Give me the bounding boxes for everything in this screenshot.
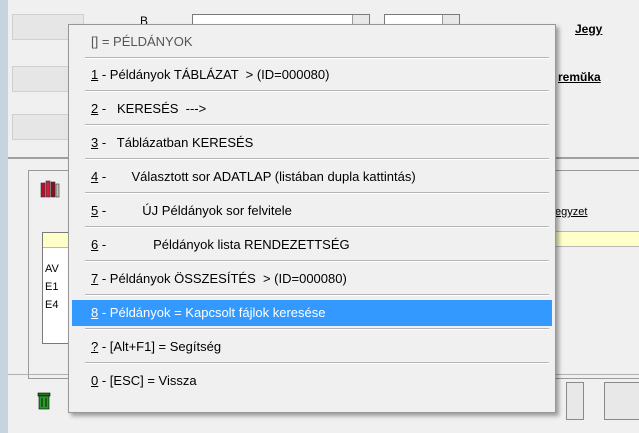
bg-link-jegy[interactable]: Jegy [575,22,602,36]
menu-separator [85,192,549,194]
menu-separator [85,124,549,126]
menu-item-vissza[interactable]: 0 - [ESC] = Vissza [72,368,552,394]
menu-item-label: - Példányok lista RENDEZETTSÉG [98,237,350,252]
menu-item-osszesites[interactable]: 7 - Példányok ÖSSZESÍTÉS > (ID=000080) [72,266,552,292]
list-item[interactable]: AV [45,263,59,275]
menu-separator [85,90,549,92]
menu-separator [85,260,549,262]
bg-bottom-button-2[interactable] [604,382,639,420]
menu-item-label: - Táblázatban KERESÉS [98,135,254,150]
menu-item-rendezettseg[interactable]: 6 - Példányok lista RENDEZETTSÉG [72,232,552,258]
menu-item-label: - Példányok ÖSSZESÍTÉS > (ID=000080) [98,271,347,286]
menu-item-adatlap[interactable]: 4 - Választott sor ADATLAP (listában dup… [72,164,552,190]
trash-icon[interactable] [36,392,54,410]
menu-item-label: - ÚJ Példányok sor felvitele [98,203,292,218]
menu-separator [85,328,549,330]
bg-link-remuka[interactable]: remŭka [558,70,601,84]
list-item[interactable]: E1 [45,281,58,293]
menu-item-kapcsolt-fajlok[interactable]: 8 - Példányok = Kapcsolt fájlok keresése [72,300,552,326]
menu-item-label: - [ESC] = Vissza [98,373,197,388]
menu-item-uj-felvitel[interactable]: 5 - ÚJ Példányok sor felvitele [72,198,552,224]
menu-item-label: - Példányok TÁBLÁZAT > (ID=000080) [98,67,330,82]
window-left-border [0,0,8,433]
bg-bottom-button-1[interactable] [566,382,584,420]
menu-item-label: - KERESÉS ---> [98,101,207,116]
books-icon[interactable] [40,180,60,198]
menu-separator [85,57,549,59]
menu-item-tablazatban-kereses[interactable]: 3 - Táblázatban KERESÉS [72,130,552,156]
menu-item-label: - [Alt+F1] = Segítség [98,339,222,354]
menu-separator [85,362,549,364]
menu-item-label: - Példányok = Kapcsolt fájlok keresése [98,305,326,320]
menu-separator [85,294,549,296]
menu-item-kereses[interactable]: 2 - KERESÉS ---> [72,96,552,122]
bg-list-header-right [555,231,639,247]
menu-separator [85,226,549,228]
context-menu: [] = PÉLDÁNYOK 1 - Példányok TÁBLÁZAT > … [68,24,556,413]
menu-header: [] = PÉLDÁNYOK [91,34,193,49]
list-item[interactable]: E4 [45,299,58,311]
bg-link-egyzet[interactable]: egyzet [555,206,587,218]
menu-item-label: - Választott sor ADATLAP (listában dupla… [98,169,416,184]
menu-item-segitseg[interactable]: ? - [Alt+F1] = Segítség [72,334,552,360]
menu-separator [85,158,549,160]
menu-item-tablazat[interactable]: 1 - Példányok TÁBLÁZAT > (ID=000080) [72,62,552,88]
